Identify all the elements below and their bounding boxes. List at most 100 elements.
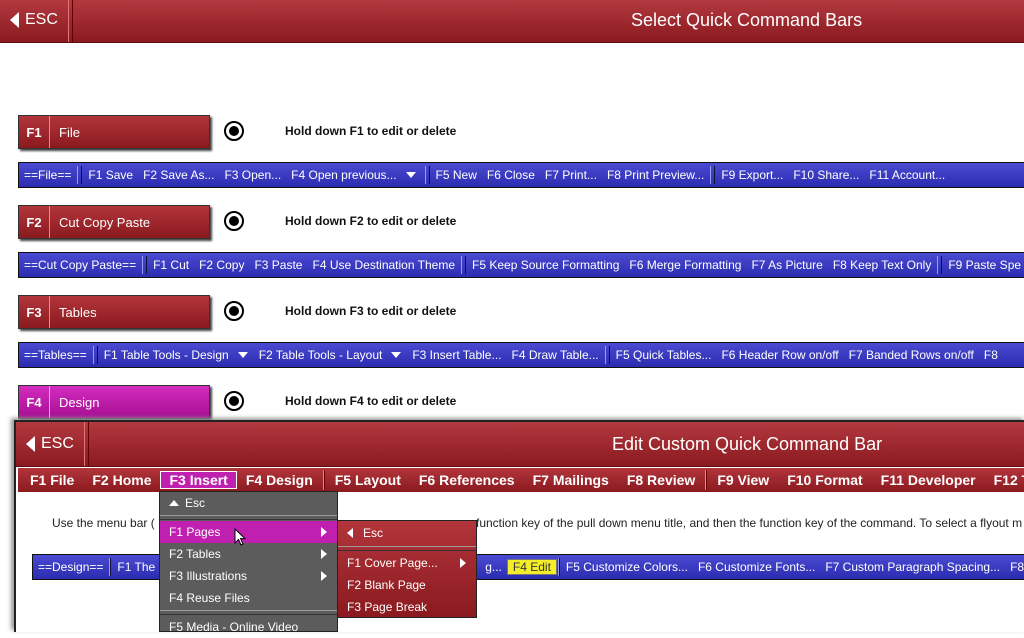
hold-hint-f2: Hold down F2 to edit or delete — [285, 214, 457, 228]
bar-item[interactable]: F8 — [979, 348, 1003, 362]
bar-item[interactable]: g... — [480, 560, 507, 574]
bar-item[interactable]: F1 Save — [83, 168, 138, 182]
menu-item-media[interactable]: F5 Media - Online Video — [160, 616, 337, 638]
bar-title: ==Cut Copy Paste== — [24, 258, 137, 272]
submenu-arrow-icon — [460, 558, 466, 568]
menu-item-tables[interactable]: F2 Tables — [160, 543, 337, 565]
bar-item[interactable]: F7 Custom Paragraph Spacing... — [820, 560, 1005, 574]
bar-item[interactable]: F2 Table Tools - Layout — [254, 348, 388, 362]
radio-f3[interactable] — [224, 301, 244, 321]
menu-format[interactable]: F10 Format — [778, 472, 871, 488]
insert-dropdown-menu: Esc F1 Pages F2 Tables F3 Illustrations … — [159, 491, 338, 634]
command-button-f4[interactable]: F4 Design — [18, 385, 210, 419]
command-bar-tables[interactable]: ==Tables== F1 Table Tools - Design F2 Ta… — [18, 342, 1024, 368]
pages-submenu: Esc F1 Cover Page... F2 Blank Page F3 Pa… — [337, 520, 477, 618]
menu-item-esc[interactable]: Esc — [160, 492, 337, 514]
page-title: Select Quick Command Bars — [631, 10, 863, 30]
esc-label: ESC — [25, 11, 58, 28]
bar-item[interactable]: F8 Keep Text Only — [828, 258, 937, 272]
esc-button[interactable]: ESC — [10, 11, 58, 29]
bar-item[interactable]: F8 Print Preview... — [602, 168, 709, 182]
back-arrow-icon — [26, 436, 35, 452]
bar-item[interactable]: F6 Merge Formatting — [624, 258, 746, 272]
menu-developer[interactable]: F11 Developer — [872, 472, 985, 488]
bar-item[interactable]: F5 Customize Colors... — [561, 560, 693, 574]
menu-review[interactable]: F8 Review — [618, 472, 704, 488]
command-button-f2[interactable]: F2 Cut Copy Paste — [18, 205, 210, 239]
back-arrow-icon — [10, 12, 19, 28]
bar-item[interactable]: F4 Draw Table... — [506, 348, 603, 362]
bar-item[interactable]: F7 Print... — [540, 168, 602, 182]
bar-title: ==Design== — [38, 560, 104, 574]
edit-esc-button[interactable]: ESC — [26, 435, 74, 453]
bar-item[interactable]: F7 Banded Rows on/off — [844, 348, 979, 362]
bar-item[interactable]: F4 Use Destination Theme — [307, 258, 460, 272]
menu-view[interactable]: F9 View — [708, 472, 778, 488]
bar-item[interactable]: F6 Customize Fonts... — [693, 560, 820, 574]
bar-item[interactable]: F1 Cut — [148, 258, 194, 272]
bar-item[interactable]: F2 Copy — [194, 258, 249, 272]
instruction-text-left: Use the menu bar ( — [52, 516, 155, 530]
bar-item[interactable]: F5 New — [431, 168, 482, 182]
menu-layout[interactable]: F5 Layout — [326, 472, 410, 488]
menu-file[interactable]: F1 File — [18, 472, 83, 488]
submenu-item-cover-page[interactable]: F1 Cover Page... — [338, 552, 476, 574]
submenu-item-esc[interactable]: Esc — [338, 521, 476, 545]
menu-home[interactable]: F2 Home — [83, 472, 160, 488]
bar-item[interactable]: F6 Close — [482, 168, 540, 182]
menu-references[interactable]: F6 References — [410, 472, 524, 488]
menu-design[interactable]: F4 Design — [237, 472, 322, 488]
up-arrow-icon — [169, 500, 179, 506]
radio-f4[interactable] — [224, 391, 244, 411]
menu-tools[interactable]: F12 Tools — [985, 472, 1024, 488]
bar-item[interactable]: F9 Paste Spe — [943, 258, 1024, 272]
menu-bar: F1 File F2 Home F3 Insert F4 Design F5 L… — [18, 468, 1024, 492]
menu-item-label: F1 Pages — [169, 525, 221, 539]
menu-mailings[interactable]: F7 Mailings — [524, 472, 618, 488]
bar-item[interactable]: F7 As Picture — [746, 258, 827, 272]
bar-item[interactable]: F5 Keep Source Formatting — [467, 258, 624, 272]
function-key-label: F1 — [19, 116, 50, 148]
radio-f2[interactable] — [224, 211, 244, 231]
menu-item-label: F3 Illustrations — [169, 569, 248, 583]
bar-item[interactable]: F3 Insert Table... — [407, 348, 506, 362]
bar-item[interactable]: F1 Table Tools - Design — [99, 348, 234, 362]
menu-insert[interactable]: F3 Insert — [160, 471, 237, 489]
bar-item[interactable]: F2 Save As... — [138, 168, 219, 182]
submenu-item-blank-page[interactable]: F2 Blank Page — [338, 574, 476, 596]
bar-item[interactable]: F4 Open previous... — [286, 168, 401, 182]
menu-item-pages[interactable]: F1 Pages — [160, 521, 337, 543]
submenu-item-page-break[interactable]: F3 Page Break — [338, 596, 476, 618]
bar-item-selected[interactable]: F4 Edit — [506, 559, 557, 575]
bar-item[interactable]: F1 The — [112, 560, 160, 574]
dropdown-arrow-icon[interactable] — [405, 172, 416, 178]
command-label: Design — [59, 394, 100, 410]
function-key-label: F3 — [19, 296, 50, 328]
edit-panel-title: Edit Custom Quick Command Bar — [612, 434, 883, 454]
bar-item[interactable]: F9 Export... — [716, 168, 788, 182]
bar-item[interactable]: F5 Quick Tables... — [611, 348, 717, 362]
dropdown-arrow-icon[interactable] — [391, 352, 402, 358]
command-bar-cut-copy-paste[interactable]: ==Cut Copy Paste== F1 Cut F2 Copy F3 Pas… — [18, 252, 1024, 278]
hold-hint-f4: Hold down F4 to edit or delete — [285, 394, 457, 408]
bar-item[interactable]: F11 Account... — [864, 168, 950, 182]
bar-item[interactable]: F8 E — [1005, 560, 1024, 574]
submenu-arrow-icon — [321, 571, 327, 581]
command-button-f1[interactable]: F1 File — [18, 115, 210, 149]
radio-f1[interactable] — [224, 121, 244, 141]
bar-item[interactable]: F10 Share... — [788, 168, 864, 182]
esc-label: ESC — [41, 435, 74, 452]
command-button-f3[interactable]: F3 Tables — [18, 295, 210, 329]
bar-item[interactable]: F6 Header Row on/off — [716, 348, 843, 362]
dropdown-arrow-icon[interactable] — [237, 352, 248, 358]
bar-item[interactable]: F3 Open... — [219, 168, 286, 182]
header-separator — [84, 422, 89, 466]
instruction-text-right: function key of the pull down menu title… — [476, 516, 1023, 530]
menu-item-label: Esc — [185, 496, 206, 510]
menu-item-reuse-files[interactable]: F4 Reuse Files — [160, 587, 337, 609]
menu-divider — [338, 546, 476, 551]
back-arrow-icon — [347, 528, 353, 538]
command-bar-file[interactable]: ==File== F1 Save F2 Save As... F3 Open..… — [18, 162, 1024, 188]
bar-item[interactable]: F3 Paste — [249, 258, 307, 272]
menu-item-illustrations[interactable]: F3 Illustrations — [160, 565, 337, 587]
